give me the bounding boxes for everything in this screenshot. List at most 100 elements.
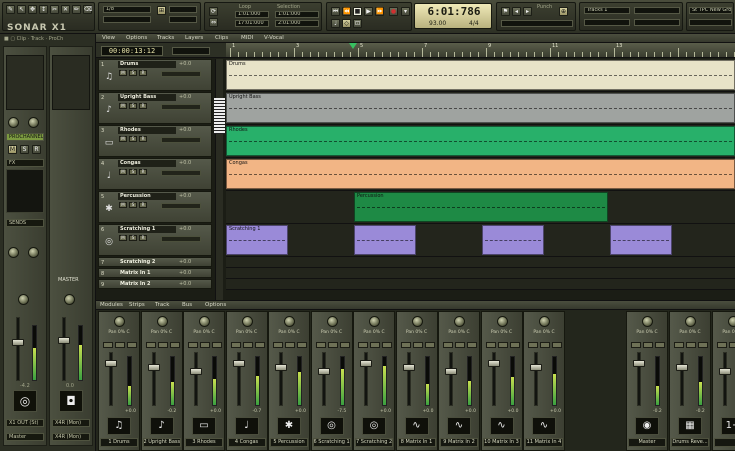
gain-knob[interactable] [411, 316, 423, 327]
mute-button[interactable] [145, 342, 156, 348]
fader-track[interactable] [449, 352, 453, 406]
track-volume-readout[interactable]: +0.0 [179, 281, 191, 287]
mute-button[interactable] [273, 342, 283, 348]
track-lane-3[interactable]: Rhodes [226, 125, 735, 158]
solo-button[interactable] [412, 342, 423, 348]
rewind-to-start-icon[interactable]: ⏮ [331, 7, 340, 16]
menu-bus[interactable]: Bus [182, 302, 192, 308]
now-time-field[interactable]: 00:00:13:12 [101, 46, 163, 56]
fader-track[interactable] [723, 352, 727, 406]
audio-clip[interactable]: Rhodes [226, 126, 735, 156]
bus-selector-field[interactable] [634, 19, 680, 26]
strip-name[interactable]: 4 Congas [227, 438, 266, 447]
menu-layers[interactable]: Layers [185, 35, 203, 41]
strip-name[interactable]: 7 Scratching 2 [355, 438, 393, 447]
menu-strips[interactable]: Strips [129, 302, 145, 308]
input-selector-field[interactable] [584, 19, 630, 26]
track-name[interactable]: Drums [118, 61, 176, 68]
audio-clip[interactable]: Drums [226, 60, 735, 90]
solo-button[interactable] [285, 342, 295, 348]
menu-clips[interactable]: Clips [215, 35, 228, 41]
fader-track[interactable] [680, 352, 684, 406]
strip-icon[interactable]: ◉ [635, 417, 659, 435]
gain-knob[interactable] [326, 316, 338, 327]
track-lane-7[interactable] [226, 257, 735, 268]
track-lane-6[interactable]: Scratching 1 [226, 224, 735, 257]
track-volume-readout[interactable]: +0.0 [179, 226, 191, 232]
strip-icon[interactable]: ♪ [149, 417, 174, 435]
track-name[interactable]: Scratching 1 [118, 226, 176, 233]
bus-fader[interactable] [58, 337, 70, 344]
strip-name[interactable]: 5 Percussion [270, 438, 308, 447]
audio-clip[interactable]: Upright Bass [226, 93, 735, 123]
solo-button[interactable] [497, 342, 508, 348]
strip-name[interactable]: 6 Scratching 1 [312, 438, 351, 447]
strip-name-right[interactable]: X4R (Mon) [52, 433, 90, 441]
arm-button[interactable] [297, 342, 307, 348]
strip-name[interactable]: 8 Matrix In 1 [397, 438, 436, 447]
meter-readout[interactable]: 4/4 [469, 20, 479, 27]
play-icon[interactable]: ▶ [364, 7, 373, 16]
strip-icon[interactable]: ∿ [532, 417, 556, 435]
loop-icon[interactable]: ⟳ [209, 7, 218, 16]
arm-button[interactable] [127, 342, 137, 348]
selection-start-field[interactable]: 1:01:000 [275, 11, 319, 18]
arm-button[interactable]: R [139, 70, 147, 76]
strip-name-left[interactable]: Master [6, 433, 44, 441]
gain-knob[interactable] [454, 316, 465, 327]
solo-button[interactable] [729, 342, 735, 348]
speaker-icon[interactable]: ◘ [59, 390, 83, 412]
track-header-2[interactable]: 2 Upright Bass +0.0 ♪ M S R [98, 92, 212, 124]
solo-button[interactable]: S [129, 202, 137, 208]
bus-volume-knob[interactable] [64, 294, 75, 305]
gain-knob[interactable] [369, 316, 380, 327]
audio-clip[interactable] [354, 225, 416, 255]
audio-clip[interactable] [482, 225, 544, 255]
track-name[interactable]: Upright Bass [118, 94, 176, 101]
mute-button[interactable] [717, 342, 727, 348]
prochannel-label[interactable]: PROCHANNEL [6, 133, 44, 141]
track-filter-field[interactable] [172, 47, 210, 55]
audio-clip[interactable]: Congas [226, 159, 735, 189]
track-header-8[interactable]: 8 Matrix In 1 +0.0 [98, 268, 212, 278]
stop-icon[interactable]: ■ [353, 7, 362, 16]
track-lane-1[interactable]: Drums [226, 59, 735, 92]
sends-label[interactable]: SENDS [6, 219, 44, 227]
mute-button[interactable]: M [8, 145, 17, 154]
strip-name[interactable]: 3 Rhodes [185, 438, 223, 447]
strip-name[interactable] [714, 438, 735, 447]
gain-knob[interactable] [156, 316, 168, 327]
arm-button[interactable]: R [139, 169, 147, 175]
track-volume-readout[interactable]: +0.0 [179, 270, 191, 276]
arm-button[interactable]: R [139, 235, 147, 241]
arm-button[interactable]: R [139, 103, 147, 109]
track-volume-readout[interactable]: +0.0 [179, 127, 191, 133]
bus-output-selector[interactable]: X4R (Mon) [52, 419, 90, 427]
markers-field[interactable] [501, 20, 573, 27]
track-header-5[interactable]: 5 Percussion +0.0 ✱ M S R [98, 191, 212, 223]
trim-knob[interactable] [8, 117, 19, 128]
track-header-1[interactable]: 1 Drums +0.0 ♫ M S R [98, 59, 212, 91]
mute-button[interactable] [358, 342, 368, 348]
output-selector-field[interactable] [634, 7, 680, 14]
snap-mode-field[interactable] [103, 16, 151, 23]
nudge-value-field[interactable] [169, 16, 197, 23]
strip-icon[interactable]: ✱ [277, 417, 301, 435]
strip-name[interactable]: 10 Matrix In 3 [482, 438, 521, 447]
arm-button[interactable] [212, 342, 222, 348]
gain-knob[interactable] [199, 316, 210, 327]
now-marker-icon[interactable] [349, 43, 357, 49]
mute-button[interactable]: M [119, 169, 127, 175]
track-header-7[interactable]: 7 Scratching 2 +0.0 [98, 257, 212, 267]
track-output-selector[interactable] [161, 137, 201, 143]
solo-button[interactable]: S [129, 235, 137, 241]
track-volume-readout[interactable]: +0.0 [179, 193, 191, 199]
track-lane-4[interactable]: Congas [226, 158, 735, 191]
track-volume-readout[interactable]: +0.0 [179, 160, 191, 166]
nudge-field[interactable] [169, 6, 197, 13]
channel-fader[interactable] [445, 368, 457, 375]
arm-button[interactable] [382, 342, 392, 348]
track-lane-2[interactable]: Upright Bass [226, 92, 735, 125]
menu-options[interactable]: Options [126, 35, 147, 41]
channel-fader[interactable] [190, 368, 202, 375]
